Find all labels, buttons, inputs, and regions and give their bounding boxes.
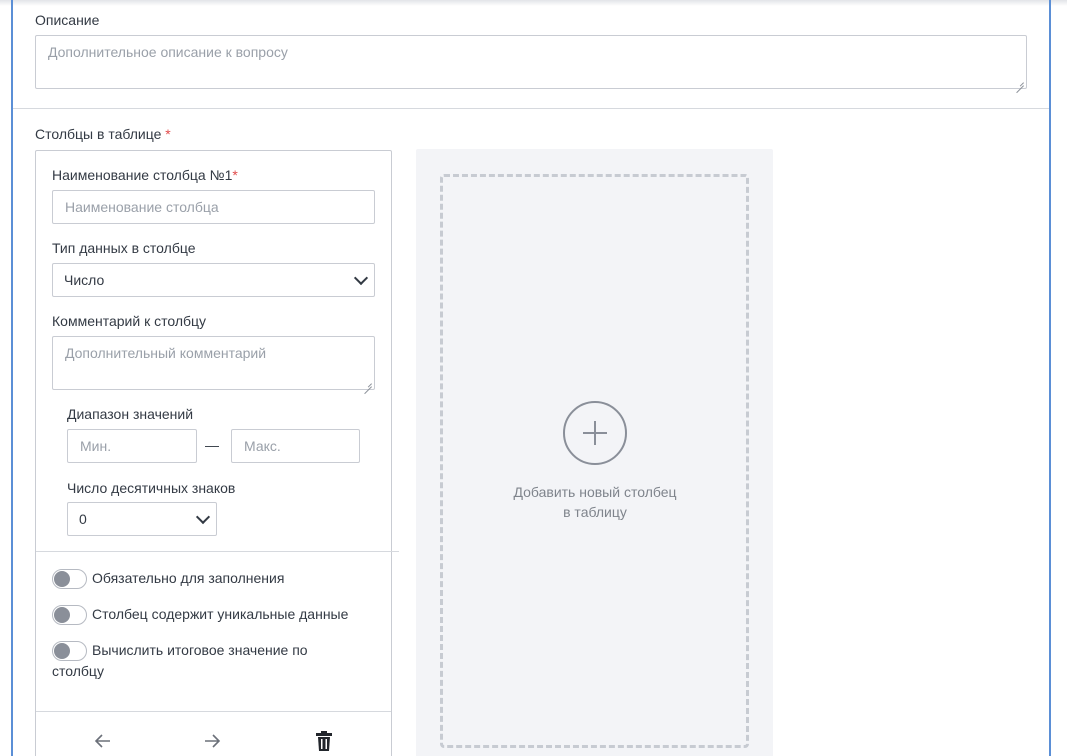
arrow-left-icon[interactable] [93, 731, 113, 755]
toggle-knob [54, 607, 70, 624]
toggle-required-label: Обязательно для заполнения [92, 570, 285, 586]
toggle-total[interactable]: Вычислить итоговое значение по столбцу [52, 640, 352, 681]
data-type-label: Тип данных в столбце [52, 240, 196, 256]
resize-handle-icon[interactable] [364, 379, 372, 387]
chevron-down-icon [195, 509, 211, 525]
toggle-knob [54, 643, 70, 660]
card-divider [36, 551, 399, 552]
trash-icon[interactable] [314, 730, 334, 756]
comment-textarea[interactable]: Дополнительный комментарий [52, 336, 375, 390]
range-min-input[interactable]: Мин. [67, 429, 197, 463]
range-separator: — [205, 437, 219, 453]
arrow-right-icon[interactable] [202, 731, 222, 755]
toggle-unique[interactable]: Столбец содержит уникальные данные [52, 604, 349, 626]
range-min-placeholder: Мин. [80, 438, 112, 454]
decimals-label: Число десятичных знаков [67, 480, 236, 496]
toggle-unique-label: Столбец содержит уникальные данные [92, 606, 349, 622]
add-column-text[interactable]: Добавить новый столбец в таблицу [470, 482, 720, 522]
range-max-placeholder: Макс. [244, 438, 281, 454]
add-column-line2: в таблицу [563, 504, 627, 520]
toggle-switch[interactable] [52, 641, 87, 662]
columns-label: Столбцы в таблице * [35, 126, 171, 142]
description-label: Описание [35, 12, 100, 28]
required-mark: * [165, 126, 171, 142]
description-placeholder: Дополнительное описание к вопросу [48, 44, 288, 60]
decimals-value: 0 [79, 511, 87, 527]
column-name-placeholder: Наименование столбца [65, 199, 219, 215]
column-name-required-mark: * [232, 167, 238, 183]
data-type-value: Число [64, 272, 105, 288]
toggle-total-label: Вычислить итоговое значение по столбцу [52, 642, 308, 680]
column-name-input[interactable]: Наименование столбца [52, 190, 375, 224]
comment-label: Комментарий к столбцу [52, 313, 207, 329]
decimals-select[interactable]: 0 [67, 502, 217, 536]
column-name-label: Наименование столбца №1* [52, 167, 238, 183]
comment-placeholder: Дополнительный комментарий [65, 345, 267, 361]
toggle-switch[interactable] [52, 605, 87, 626]
chevron-down-icon [353, 270, 369, 286]
columns-label-text: Столбцы в таблице [35, 126, 162, 142]
range-label: Диапазон значений [67, 406, 194, 422]
column-name-label-text: Наименование столбца №1 [52, 167, 233, 183]
card-footer-divider [36, 711, 391, 712]
toggle-switch[interactable] [52, 569, 87, 590]
plus-circle-icon[interactable] [563, 401, 627, 465]
description-textarea[interactable]: Дополнительное описание к вопросу [35, 35, 1027, 89]
data-type-select[interactable]: Число [52, 263, 375, 297]
section-divider [13, 108, 1049, 109]
range-max-input[interactable]: Макс. [231, 429, 360, 463]
toggle-knob [54, 571, 70, 588]
resize-handle-icon[interactable] [1016, 78, 1024, 86]
toggle-required[interactable]: Обязательно для заполнения [52, 568, 285, 590]
add-column-line1: Добавить новый столбец [513, 484, 677, 500]
